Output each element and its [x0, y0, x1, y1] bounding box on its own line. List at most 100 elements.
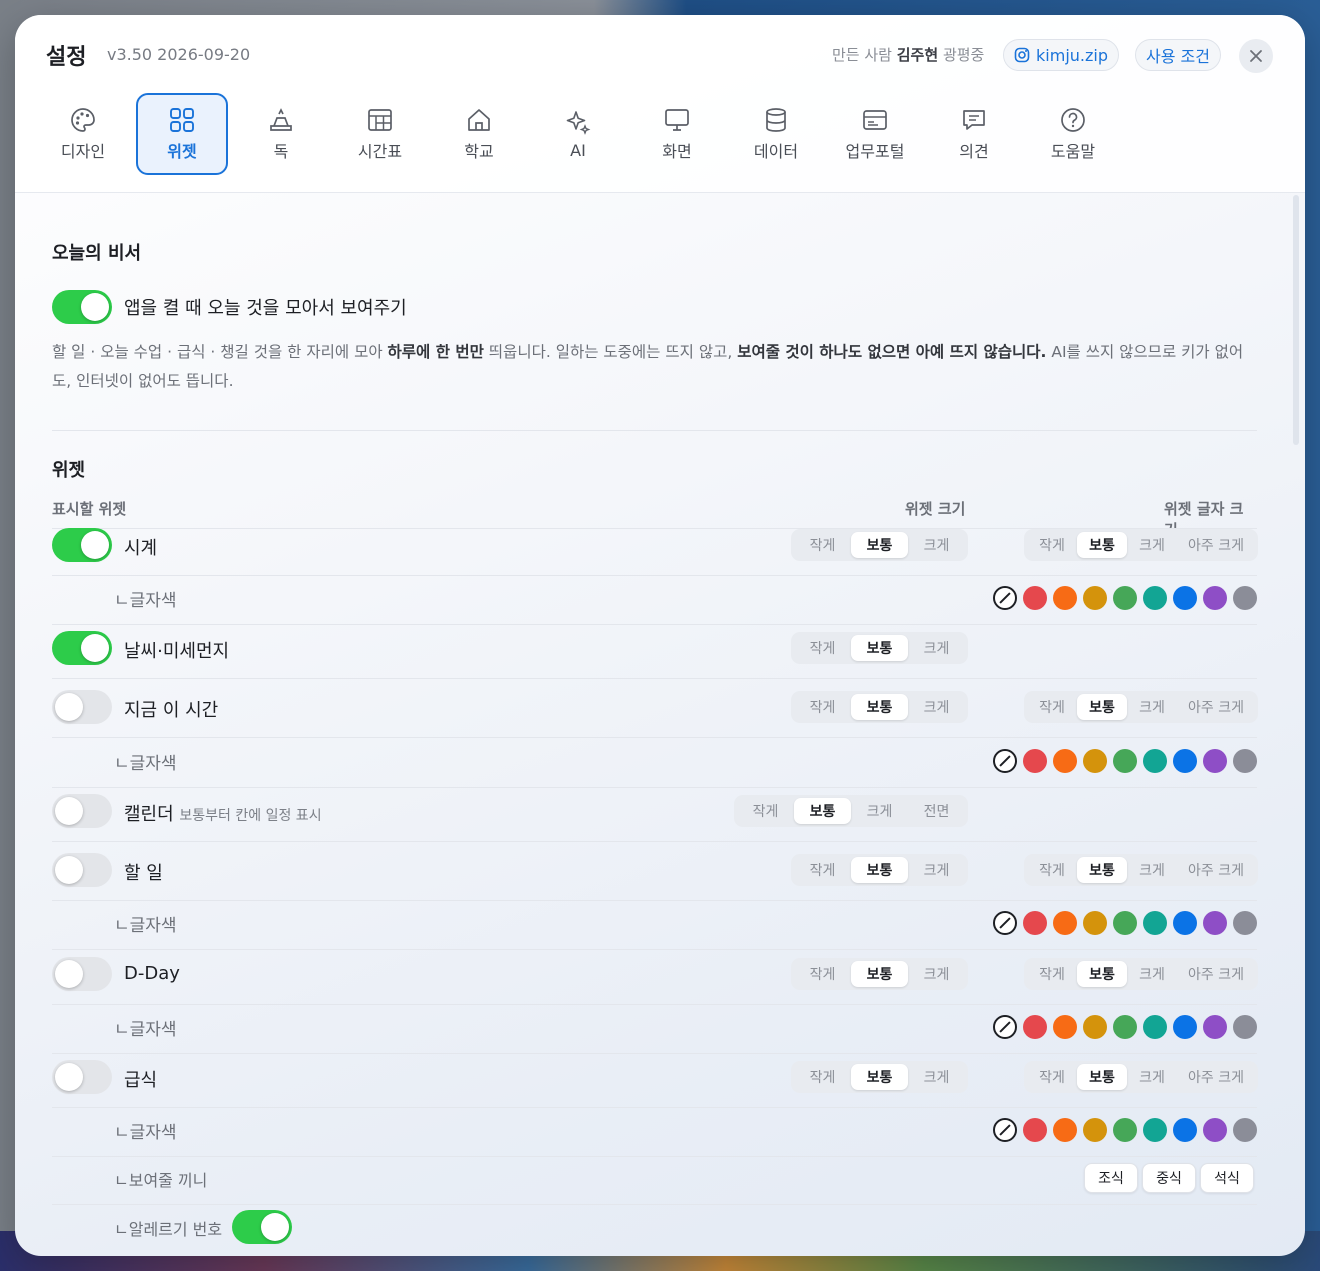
color-swatch[interactable] — [1053, 911, 1077, 935]
seg-option[interactable]: 크게 — [1127, 532, 1177, 558]
color-swatch-none[interactable] — [993, 1015, 1017, 1039]
widget-toggle[interactable] — [52, 957, 112, 991]
seg-option[interactable]: 작게 — [794, 635, 851, 661]
tab-design[interactable]: 디자인 — [37, 93, 129, 175]
color-swatch-none[interactable] — [993, 1118, 1017, 1142]
widget-toggle[interactable] — [52, 1060, 112, 1094]
color-swatch[interactable] — [1083, 1015, 1107, 1039]
allergy-toggle[interactable] — [232, 1210, 292, 1244]
tab-school[interactable]: 학교 — [433, 93, 525, 175]
seg-option[interactable]: 작게 — [1027, 961, 1077, 987]
tab-widgets[interactable]: 위젯 — [136, 93, 228, 175]
meal-option-button[interactable]: 중식 — [1142, 1163, 1196, 1193]
seg-option[interactable]: 보통 — [851, 532, 908, 558]
color-swatch[interactable] — [1173, 911, 1197, 935]
color-swatch[interactable] — [1203, 911, 1227, 935]
seg-option[interactable]: 크게 — [908, 857, 965, 883]
widget-toggle[interactable] — [52, 690, 112, 724]
seg-option[interactable]: 작게 — [794, 532, 851, 558]
meal-option-button[interactable]: 석식 — [1200, 1163, 1254, 1193]
color-swatch[interactable] — [1173, 1015, 1197, 1039]
seg-option[interactable]: 아주 크게 — [1177, 961, 1255, 987]
seg-option[interactable]: 보통 — [1077, 857, 1127, 883]
color-swatch[interactable] — [1083, 749, 1107, 773]
color-swatch[interactable] — [1053, 749, 1077, 773]
seg-option[interactable]: 보통 — [1077, 532, 1127, 558]
seg-option[interactable]: 크게 — [1127, 961, 1177, 987]
tab-data[interactable]: 데이터 — [730, 93, 822, 175]
seg-option[interactable]: 작게 — [794, 961, 851, 987]
color-swatch[interactable] — [1173, 586, 1197, 610]
seg-option[interactable]: 전면 — [908, 798, 965, 824]
color-swatch[interactable] — [1023, 586, 1047, 610]
color-swatch-none[interactable] — [993, 749, 1017, 773]
tab-portal[interactable]: 업무포털 — [829, 93, 921, 175]
seg-option[interactable]: 작게 — [794, 694, 851, 720]
seg-option[interactable]: 보통 — [851, 857, 908, 883]
seg-option[interactable]: 아주 크게 — [1177, 857, 1255, 883]
color-swatch[interactable] — [1173, 1118, 1197, 1142]
seg-option[interactable]: 보통 — [851, 961, 908, 987]
seg-option[interactable]: 작게 — [1027, 532, 1077, 558]
color-swatch[interactable] — [1203, 1118, 1227, 1142]
color-swatch[interactable] — [1023, 1015, 1047, 1039]
color-swatch[interactable] — [1053, 586, 1077, 610]
color-swatch[interactable] — [1023, 1118, 1047, 1142]
tab-help[interactable]: 도움말 — [1027, 93, 1119, 175]
color-swatch[interactable] — [1083, 911, 1107, 935]
color-swatch[interactable] — [1203, 586, 1227, 610]
seg-option[interactable]: 크게 — [1127, 1064, 1177, 1090]
color-swatch[interactable] — [1233, 1015, 1257, 1039]
seg-option[interactable]: 크게 — [1127, 857, 1177, 883]
seg-option[interactable]: 아주 크게 — [1177, 694, 1255, 720]
scrollbar[interactable] — [1293, 195, 1299, 445]
seg-option[interactable]: 크게 — [851, 798, 908, 824]
color-swatch[interactable] — [1143, 911, 1167, 935]
seg-option[interactable]: 보통 — [851, 694, 908, 720]
color-swatch[interactable] — [1023, 911, 1047, 935]
widget-toggle[interactable] — [52, 631, 112, 665]
color-swatch[interactable] — [1053, 1015, 1077, 1039]
color-swatch[interactable] — [1083, 586, 1107, 610]
seg-option[interactable]: 크게 — [908, 694, 965, 720]
color-swatch[interactable] — [1023, 749, 1047, 773]
widget-toggle[interactable] — [52, 528, 112, 562]
seg-option[interactable]: 크게 — [908, 1064, 965, 1090]
secretary-toggle[interactable] — [52, 290, 112, 324]
instagram-link-button[interactable]: kimju.zip — [1003, 39, 1119, 71]
color-swatch[interactable] — [1143, 586, 1167, 610]
color-swatch[interactable] — [1233, 586, 1257, 610]
widget-toggle[interactable] — [52, 794, 112, 828]
seg-option[interactable]: 작게 — [737, 798, 794, 824]
seg-option[interactable]: 작게 — [794, 1064, 851, 1090]
seg-option[interactable]: 크게 — [1127, 694, 1177, 720]
widget-toggle[interactable] — [52, 853, 112, 887]
seg-option[interactable]: 보통 — [851, 1064, 908, 1090]
seg-option[interactable]: 크게 — [908, 635, 965, 661]
color-swatch[interactable] — [1203, 749, 1227, 773]
color-swatch[interactable] — [1113, 1015, 1137, 1039]
seg-option[interactable]: 보통 — [1077, 1064, 1127, 1090]
color-swatch[interactable] — [1113, 586, 1137, 610]
seg-option[interactable]: 보통 — [1077, 961, 1127, 987]
color-swatch[interactable] — [1203, 1015, 1227, 1039]
seg-option[interactable]: 작게 — [794, 857, 851, 883]
tab-timetable[interactable]: 시간표 — [334, 93, 426, 175]
color-swatch[interactable] — [1143, 1015, 1167, 1039]
color-swatch[interactable] — [1113, 749, 1137, 773]
seg-option[interactable]: 아주 크게 — [1177, 532, 1255, 558]
color-swatch-none[interactable] — [993, 586, 1017, 610]
seg-option[interactable]: 작게 — [1027, 1064, 1077, 1090]
terms-button[interactable]: 사용 조건 — [1135, 39, 1221, 71]
seg-option[interactable]: 보통 — [1077, 694, 1127, 720]
color-swatch[interactable] — [1233, 911, 1257, 935]
color-swatch[interactable] — [1143, 1118, 1167, 1142]
tab-screen[interactable]: 화면 — [631, 93, 723, 175]
seg-option[interactable]: 크게 — [908, 961, 965, 987]
meal-option-button[interactable]: 조식 — [1084, 1163, 1138, 1193]
close-button[interactable] — [1239, 39, 1273, 73]
tab-ai[interactable]: AI — [532, 93, 624, 175]
seg-option[interactable]: 아주 크게 — [1177, 1064, 1255, 1090]
seg-option[interactable]: 작게 — [1027, 857, 1077, 883]
color-swatch[interactable] — [1053, 1118, 1077, 1142]
